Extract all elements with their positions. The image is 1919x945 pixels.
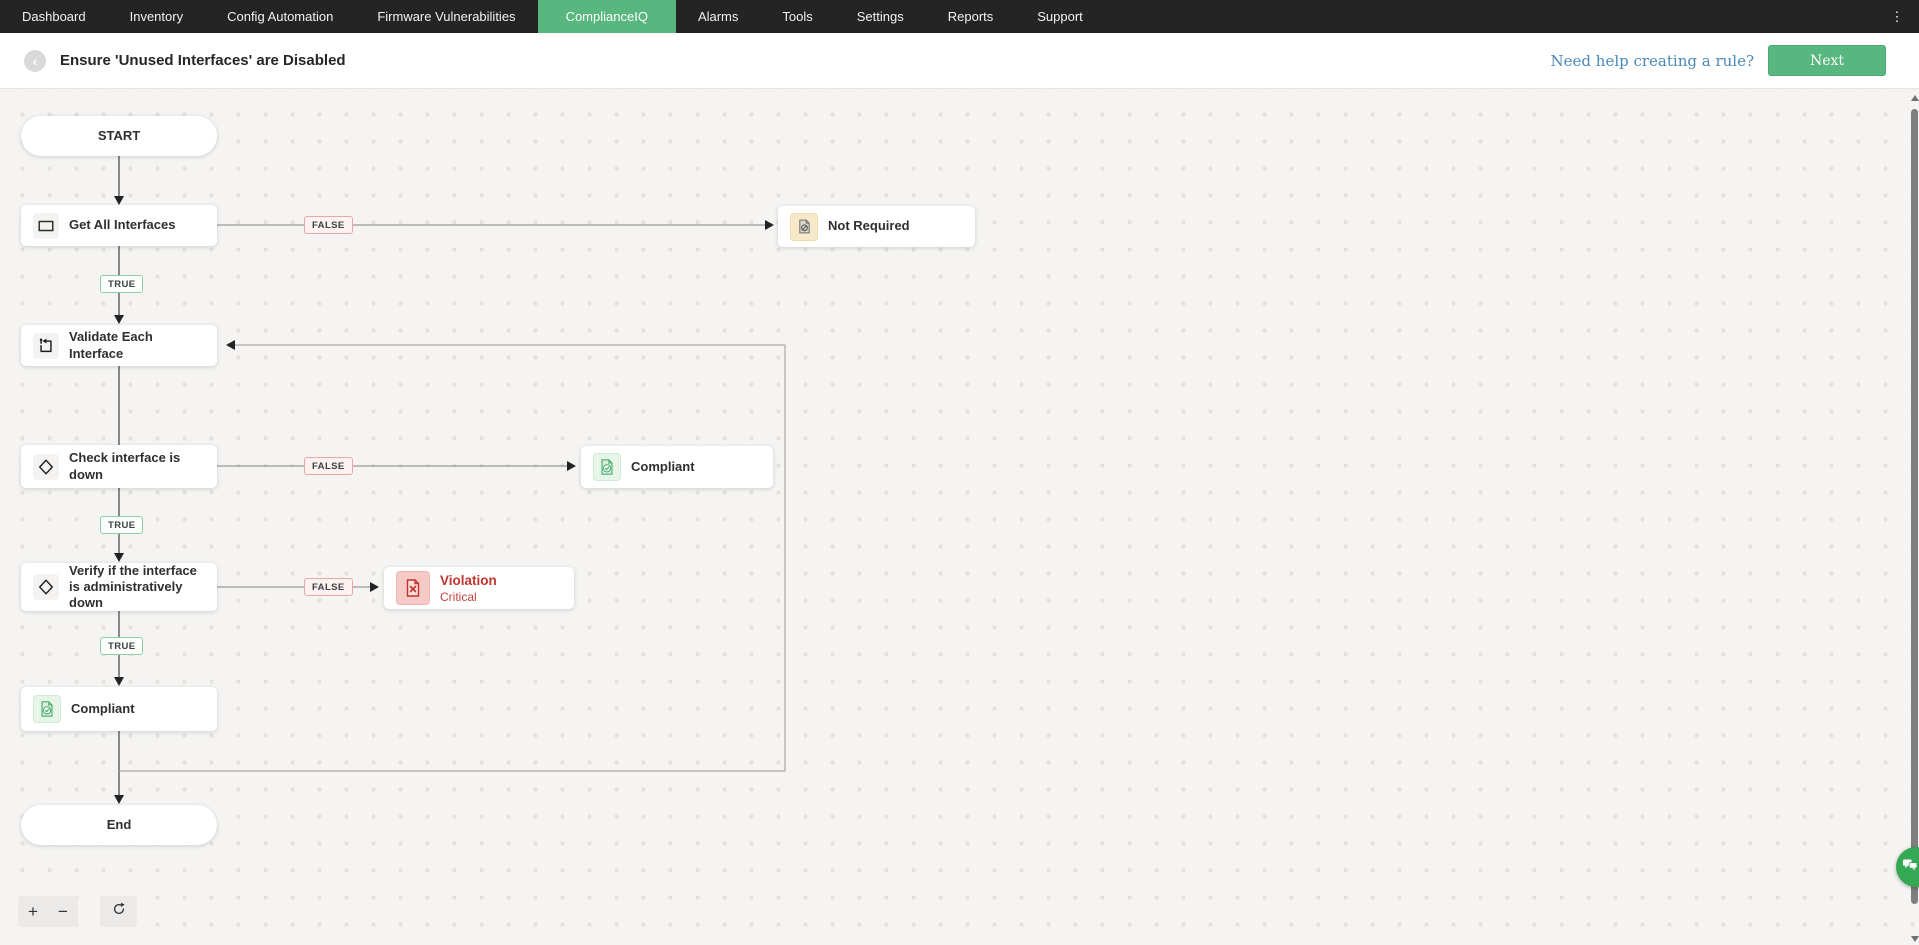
chat-bubbles-icon (1902, 858, 1918, 877)
edge-badge-true: TRUE (100, 275, 144, 293)
scroll-down-arrow[interactable] (1911, 936, 1919, 942)
diamond-icon (33, 453, 59, 480)
edge-badge-true: TRUE (100, 637, 144, 655)
document-slash-icon (790, 212, 818, 241)
edge-badge-false: FALSE (304, 457, 353, 475)
nav-item-complianceiq[interactable]: ComplianceIQ (537, 0, 676, 33)
edge-badge-true: TRUE (100, 516, 144, 534)
zoom-out-button[interactable]: − (48, 896, 78, 927)
zoom-controls: + − (18, 896, 78, 927)
flow-node-not-required[interactable]: Not Required (778, 206, 975, 247)
node-label: Check interface is down (69, 450, 181, 482)
kebab-menu-icon[interactable]: ⋮ (1885, 0, 1909, 33)
back-button[interactable]: ‹ (24, 49, 46, 72)
flow-node-validate-each-interface[interactable]: Validate Each Interface (21, 325, 217, 366)
flow-node-compliant-bottom[interactable]: Compliant (21, 687, 217, 731)
node-label: Get All Interfaces (69, 217, 176, 233)
node-label: Verify if the interface is administrativ… (69, 562, 197, 611)
top-navbar: Dashboard Inventory Config Automation Fi… (0, 0, 1919, 33)
nav-item-firmware-vulnerabilities[interactable]: Firmware Vulnerabilities (355, 0, 537, 33)
flow-node-violation[interactable]: Violation Critical (384, 567, 574, 609)
refresh-icon (111, 901, 127, 922)
scrollbar-thumb[interactable] (1911, 109, 1918, 904)
node-label: Validate Each Interface (69, 329, 153, 361)
nav-item-tools[interactable]: Tools (760, 0, 834, 33)
violation-text: Violation Critical (440, 573, 497, 604)
next-button[interactable]: Next (1768, 45, 1886, 76)
severity-label: Critical (440, 589, 477, 604)
node-label: START (97, 127, 141, 143)
rectangle-icon (33, 212, 59, 239)
page-title: Ensure 'Unused Interfaces' are Disabled (60, 52, 346, 69)
flowchart-canvas[interactable]: START Get All Interfaces FALSE Not Requi… (0, 89, 1919, 945)
nav-item-inventory[interactable]: Inventory (108, 0, 205, 33)
chevron-left-icon: ‹ (32, 52, 38, 69)
nav-item-settings[interactable]: Settings (835, 0, 926, 33)
flow-node-compliant-right[interactable]: Compliant (581, 446, 773, 488)
nav-item-config-automation[interactable]: Config Automation (205, 0, 355, 33)
help-link[interactable]: Need help creating a rule? (1551, 52, 1754, 70)
node-label: Not Required (828, 218, 910, 234)
node-label: Compliant (71, 700, 135, 716)
reset-view-button[interactable] (100, 896, 137, 927)
node-label: Violation (440, 572, 497, 588)
zoom-in-button[interactable]: + (18, 896, 48, 927)
edge-badge-false: FALSE (304, 216, 353, 234)
scroll-up-arrow[interactable] (1911, 95, 1919, 101)
edge-badge-false: FALSE (304, 578, 353, 596)
nav-item-alarms[interactable]: Alarms (676, 0, 760, 33)
loop-icon (33, 332, 59, 359)
flow-node-get-all-interfaces[interactable]: Get All Interfaces (21, 205, 217, 246)
node-label: Compliant (631, 458, 695, 474)
nav-item-dashboard[interactable]: Dashboard (0, 0, 108, 33)
diamond-icon (33, 574, 59, 600)
nav-item-support[interactable]: Support (1015, 0, 1105, 33)
node-label: End (106, 816, 132, 832)
flow-node-start[interactable]: START (21, 116, 217, 156)
flow-node-check-interface-down[interactable]: Check interface is down (21, 445, 217, 488)
document-check-icon (593, 453, 621, 481)
flow-node-end[interactable]: End (21, 805, 217, 845)
vertical-scrollbar (1910, 89, 1919, 945)
rule-header: ‹ Ensure 'Unused Interfaces' are Disable… (0, 33, 1919, 89)
document-x-icon (396, 571, 430, 605)
nav-item-reports[interactable]: Reports (926, 0, 1016, 33)
document-check-icon (33, 695, 61, 723)
flow-node-verify-admin-down[interactable]: Verify if the interface is administrativ… (21, 563, 217, 611)
